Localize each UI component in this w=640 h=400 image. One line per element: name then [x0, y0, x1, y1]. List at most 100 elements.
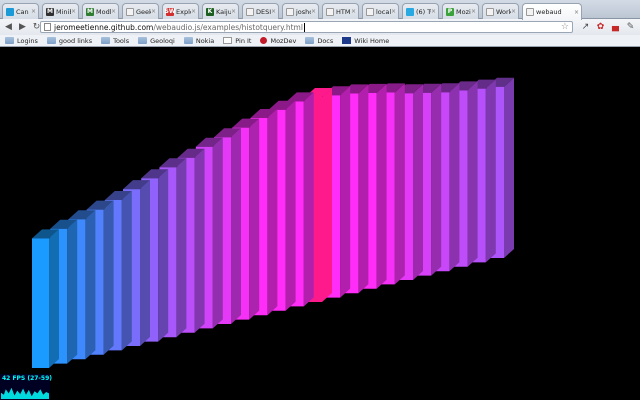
- tab-label: Geeky: [136, 7, 151, 16]
- tab-label: joshon: [296, 7, 311, 16]
- bar-face: [376, 83, 387, 289]
- address-bar[interactable]: jeromeetienne.github.com /webaudio.js/ex…: [40, 21, 573, 33]
- bar-face: [194, 148, 205, 333]
- browser-tab[interactable]: KKaiju C×: [202, 3, 239, 19]
- bar-face: [103, 200, 114, 355]
- fps-readout: 42 FPS (27-59): [2, 375, 53, 382]
- extension-car-icon[interactable]: ▄: [610, 22, 621, 33]
- tab-favicon-icon: [246, 7, 254, 16]
- bookmark-star-icon[interactable]: ☆: [561, 22, 569, 32]
- tab-close-icon[interactable]: ×: [391, 8, 396, 15]
- tab-label: DESIGN: [256, 7, 271, 16]
- tab-label: Minibl: [56, 7, 71, 16]
- bookmark-label: MozDev: [270, 36, 297, 45]
- tab-close-icon[interactable]: ×: [111, 8, 116, 15]
- tab-close-icon[interactable]: ×: [31, 8, 36, 15]
- tab-favicon-icon: [366, 7, 374, 16]
- tab-favicon-icon: K: [206, 7, 214, 16]
- bar-face: [176, 158, 187, 338]
- browser-tab[interactable]: localho×: [362, 3, 399, 19]
- bar-face: [358, 84, 369, 294]
- bookmark-item[interactable]: Nokia: [183, 37, 214, 45]
- tab-close-icon[interactable]: ×: [311, 8, 316, 15]
- extension-toolbar: ↗ ✿ ▄ ✎: [580, 22, 640, 33]
- tab-label: (6) Twi: [416, 7, 431, 16]
- folder-icon: [5, 37, 14, 44]
- browser-tab[interactable]: webaud ×: [522, 3, 582, 20]
- bar-face: [322, 88, 332, 302]
- tab-label: Kaiju C: [216, 7, 231, 16]
- bar-face: [249, 118, 260, 320]
- tab-close-icon[interactable]: ×: [351, 8, 356, 15]
- bookmark-icon: [342, 37, 352, 44]
- browser-tab[interactable]: Geeky×: [122, 3, 159, 19]
- bookmark-item[interactable]: good links: [46, 37, 92, 45]
- bar-face: [431, 83, 442, 276]
- browser-tab[interactable]: DESIGN×: [242, 3, 279, 19]
- histogram-bar: [32, 229, 59, 368]
- tab-close-icon[interactable]: ×: [271, 8, 276, 15]
- folder-icon: [101, 37, 111, 44]
- bar-face: [449, 83, 460, 272]
- bookmark-item[interactable]: Docs: [305, 37, 333, 45]
- browser-tab[interactable]: joshon×: [282, 3, 319, 19]
- bar-face: [85, 210, 96, 360]
- tab-label: webaud: [536, 8, 562, 16]
- text-caret: [303, 22, 305, 32]
- bookmark-item[interactable]: Geoloqi: [138, 37, 175, 45]
- folder-icon: [305, 37, 315, 44]
- tab-favicon-icon: [486, 7, 494, 16]
- bar-face: [285, 100, 296, 311]
- forward-button[interactable]: ▶: [17, 22, 28, 33]
- browser-tab[interactable]: SWExplod×: [162, 3, 199, 19]
- browser-tab[interactable]: Can a F×: [2, 3, 39, 19]
- bookmark-label: Geoloqi: [150, 36, 175, 45]
- bookmark-item[interactable]: Tools: [101, 37, 129, 45]
- tab-close-icon[interactable]: ×: [574, 9, 579, 16]
- tab-close-icon[interactable]: ×: [151, 8, 156, 15]
- bar-face: [394, 83, 405, 285]
- bookmark-icon: [260, 37, 268, 44]
- extension-red-icon[interactable]: ✿: [595, 22, 606, 33]
- tab-favicon-icon: [326, 7, 334, 16]
- folder-icon: [46, 37, 56, 44]
- bar-face: [267, 109, 278, 316]
- browser-tab[interactable]: Work o×: [482, 3, 519, 19]
- tab-favicon-icon: SW: [164, 7, 176, 16]
- url-host: jeromeetienne.github.com: [54, 22, 154, 32]
- extension-icon[interactable]: ↗: [580, 22, 591, 33]
- bar-face: [32, 238, 49, 368]
- tab-close-icon[interactable]: ×: [511, 8, 516, 15]
- tab-label: Mozilla: [456, 7, 471, 16]
- tab-close-icon[interactable]: ×: [431, 8, 436, 15]
- tab-label: Modki: [96, 7, 111, 16]
- folder-icon: [138, 37, 148, 44]
- bar-face: [140, 180, 150, 346]
- bookmarks-bar: Logins good links Tools Geoloqi Nokia Pin It M…: [0, 35, 640, 47]
- bar-face: [340, 86, 351, 298]
- bookmark-item[interactable]: Logins: [5, 37, 38, 45]
- browser-tab[interactable]: (6) Twi×: [402, 3, 439, 19]
- browser-toolbar: ◀ ▶ ↻ jeromeetienne.github.com /webaudio…: [0, 19, 640, 35]
- browser-tab[interactable]: PMozilla×: [442, 3, 479, 19]
- tab-close-icon[interactable]: ×: [471, 8, 476, 15]
- fps-graph: [1, 387, 49, 399]
- tab-label: HTML C: [336, 7, 351, 16]
- browser-tab[interactable]: HTML C×: [322, 3, 359, 19]
- bookmark-item[interactable]: Pin It: [223, 37, 251, 45]
- tab-label: localho: [376, 7, 391, 16]
- browser-tab[interactable]: MMinibl×: [42, 3, 79, 19]
- bar-face: [231, 128, 241, 324]
- bar-face: [121, 191, 132, 351]
- back-button[interactable]: ◀: [3, 22, 14, 33]
- tab-close-icon[interactable]: ×: [191, 8, 196, 15]
- tab-close-icon[interactable]: ×: [231, 8, 236, 15]
- bookmark-item[interactable]: Wiki Home: [342, 37, 389, 45]
- browser-tab[interactable]: MModki×: [82, 3, 119, 19]
- bookmark-item[interactable]: MozDev: [260, 37, 296, 45]
- tab-close-icon[interactable]: ×: [71, 8, 76, 15]
- bar-face: [49, 229, 59, 368]
- bookmark-label: Docs: [317, 36, 334, 45]
- bar-face: [303, 92, 314, 307]
- wrench-icon[interactable]: ✎: [625, 22, 636, 33]
